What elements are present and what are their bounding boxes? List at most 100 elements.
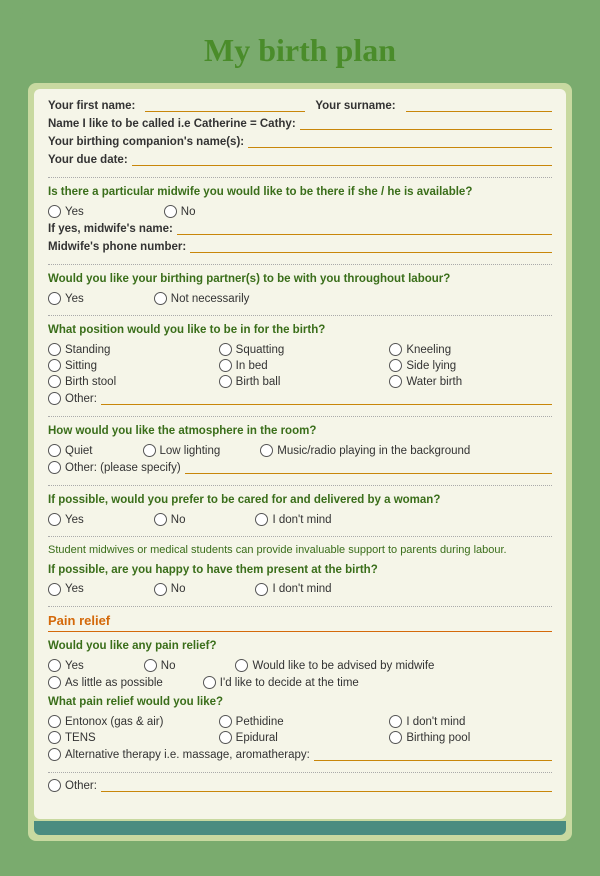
pos-squatting[interactable]: Squatting: [219, 343, 382, 356]
wc-yes[interactable]: Yes: [48, 513, 84, 526]
pain-pethidine[interactable]: Pethidine: [219, 715, 382, 728]
partner-section: Would you like your birthing partner(s) …: [48, 271, 552, 316]
pain-divider: [48, 631, 552, 632]
position-grid: Standing Squatting Kneeling Sitting In b…: [48, 343, 552, 388]
woman-carer-question: If possible, would you prefer to be care…: [48, 492, 552, 508]
due-date-input[interactable]: [132, 153, 552, 166]
pos-birthstool[interactable]: Birth stool: [48, 375, 211, 388]
companion-input[interactable]: [248, 135, 552, 148]
pos-sitting[interactable]: Sitting: [48, 359, 211, 372]
students-options: Yes No I don't mind: [48, 583, 552, 596]
midwife-section: Is there a particular midwife you would …: [48, 184, 552, 265]
pain-yes[interactable]: Yes: [48, 659, 84, 672]
radio-circle: [154, 292, 167, 305]
atmosphere-other-input[interactable]: [185, 461, 552, 474]
radio-circle: [48, 292, 61, 305]
pos-other[interactable]: Other:: [48, 392, 97, 405]
nickname-row: Name I like to be called i.e Catherine =…: [48, 117, 552, 130]
pain-tens[interactable]: TENS: [48, 731, 211, 744]
pain-decide[interactable]: I'd like to decide at the time: [203, 676, 359, 689]
form-inner: Your first name: Your surname: Name I li…: [34, 89, 566, 819]
midwife-no[interactable]: No: [164, 205, 196, 218]
st-yes[interactable]: Yes: [48, 583, 84, 596]
pos-birthball[interactable]: Birth ball: [219, 375, 382, 388]
pain-relief-title: Pain relief: [48, 613, 552, 628]
pain-alt-row: Alternative therapy i.e. massage, aromat…: [48, 748, 552, 761]
pos-sidelying[interactable]: Side lying: [389, 359, 552, 372]
atm-quiet[interactable]: Quiet: [48, 444, 93, 457]
pain-types-grid: Entonox (gas & air) Pethidine I don't mi…: [48, 715, 552, 744]
pain-alt[interactable]: Alternative therapy i.e. massage, aromat…: [48, 748, 310, 761]
atmosphere-section: How would you like the atmosphere in the…: [48, 423, 552, 486]
surname-label: Your surname:: [315, 100, 395, 112]
nickname-label: Name I like to be called i.e Catherine =…: [48, 118, 296, 130]
pain-no[interactable]: No: [144, 659, 176, 672]
midwife-phone-input[interactable]: [190, 240, 552, 253]
midwife-phone-row: Midwife's phone number:: [48, 240, 552, 253]
partner-question: Would you like your birthing partner(s) …: [48, 271, 552, 287]
position-section: What position would you like to be in fo…: [48, 322, 552, 417]
atm-music[interactable]: Music/radio playing in the background: [260, 444, 470, 457]
pain-options-1: Yes No Would like to be advised by midwi…: [48, 659, 552, 672]
pain-birthingpool[interactable]: Birthing pool: [389, 731, 552, 744]
atmosphere-options: Quiet Low lighting Music/radio playing i…: [48, 444, 552, 457]
pos-kneeling[interactable]: Kneeling: [389, 343, 552, 356]
partner-yes[interactable]: Yes: [48, 292, 84, 305]
pain-aslittle[interactable]: As little as possible: [48, 676, 163, 689]
page-wrapper: My birth plan Your first name: Your surn…: [20, 10, 580, 849]
name-row: Your first name: Your surname:: [48, 99, 552, 112]
midwife-name-input[interactable]: [177, 222, 552, 235]
atm-lowlight[interactable]: Low lighting: [143, 444, 221, 457]
woman-carer-options: Yes No I don't mind: [48, 513, 552, 526]
pain-options-2: As little as possible I'd like to decide…: [48, 676, 552, 689]
wc-no[interactable]: No: [154, 513, 186, 526]
due-date-row: Your due date:: [48, 153, 552, 166]
partner-not-necessarily[interactable]: Not necessarily: [154, 292, 250, 305]
other-row: Other:: [48, 779, 552, 792]
first-name-input[interactable]: [145, 99, 305, 112]
first-name-label: Your first name:: [48, 100, 135, 112]
pain-relief-section: Pain relief Would you like any pain reli…: [48, 613, 552, 773]
pain-q1: Would you like any pain relief?: [48, 638, 552, 654]
midwife-phone-label: Midwife's phone number:: [48, 241, 186, 253]
woman-carer-section: If possible, would you prefer to be care…: [48, 492, 552, 537]
pain-q2: What pain relief would you like?: [48, 694, 552, 710]
other-section: Other:: [48, 779, 552, 803]
midwife-yes[interactable]: Yes: [48, 205, 84, 218]
midwife-name-row: If yes, midwife's name:: [48, 222, 552, 235]
pos-standing[interactable]: Standing: [48, 343, 211, 356]
other-item[interactable]: Other:: [48, 779, 97, 792]
other-input[interactable]: [101, 779, 552, 792]
title-area: My birth plan: [28, 18, 572, 83]
personal-info-section: Your first name: Your surname: Name I li…: [48, 99, 552, 178]
atm-other[interactable]: Other: (please specify): [48, 461, 181, 474]
partner-options: Yes Not necessarily: [48, 292, 552, 305]
position-question: What position would you like to be in fo…: [48, 322, 552, 338]
students-section: Student midwives or medical students can…: [48, 543, 552, 606]
nickname-input[interactable]: [300, 117, 552, 130]
pain-entonox[interactable]: Entonox (gas & air): [48, 715, 211, 728]
wc-dontmind[interactable]: I don't mind: [255, 513, 331, 526]
bottom-bar: [34, 821, 566, 835]
companion-label: Your birthing companion's name(s):: [48, 136, 244, 148]
st-dontmind[interactable]: I don't mind: [255, 583, 331, 596]
st-no[interactable]: No: [154, 583, 186, 596]
form-outer: Your first name: Your surname: Name I li…: [28, 83, 572, 841]
due-date-label: Your due date:: [48, 154, 128, 166]
midwife-question: Is there a particular midwife you would …: [48, 184, 552, 200]
pain-epidural[interactable]: Epidural: [219, 731, 382, 744]
position-other-row: Other:: [48, 392, 552, 405]
position-other-input[interactable]: [101, 392, 552, 405]
atmosphere-question: How would you like the atmosphere in the…: [48, 423, 552, 439]
pain-alt-input[interactable]: [314, 748, 552, 761]
pain-advised[interactable]: Would like to be advised by midwife: [235, 659, 434, 672]
page-title: My birth plan: [28, 32, 572, 69]
pos-inbed[interactable]: In bed: [219, 359, 382, 372]
atmosphere-other-row: Other: (please specify): [48, 461, 552, 474]
students-note: Student midwives or medical students can…: [48, 543, 552, 558]
midwife-name-label: If yes, midwife's name:: [48, 223, 173, 235]
pain-dontmind[interactable]: I don't mind: [389, 715, 552, 728]
surname-input[interactable]: [406, 99, 552, 112]
pos-waterbirth[interactable]: Water birth: [389, 375, 552, 388]
students-question: If possible, are you happy to have them …: [48, 562, 552, 578]
